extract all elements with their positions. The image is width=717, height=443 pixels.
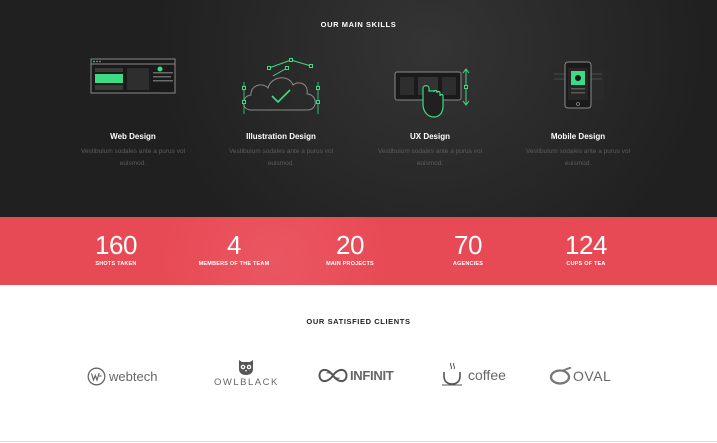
bottom-divider bbox=[0, 441, 717, 442]
vector-cloud-icon bbox=[242, 58, 320, 114]
client-logo-text: OVAL bbox=[573, 368, 612, 384]
client-logo-text: INFINIT bbox=[350, 368, 394, 383]
client-logo-infinit[interactable]: INFINIT bbox=[318, 368, 394, 383]
skill-name: Illustration Design bbox=[246, 132, 316, 141]
skill-web-design: Web Design Vestibulum sodales ante a pur… bbox=[58, 52, 208, 170]
skill-description: Vestibulum sodales ante a purus vol euis… bbox=[228, 148, 334, 167]
touch-swipe-icon bbox=[394, 68, 470, 118]
clients-section: OUR SATISFIED CLIENTS webtech OWLBLACK I… bbox=[0, 285, 717, 443]
client-logo-owlblack[interactable]: OWLBLACK bbox=[214, 359, 279, 388]
coffee-cup-logo-icon bbox=[442, 362, 462, 386]
stats-section: 160 SHOTS TAKEN 4 MEMBERS OF THE TEAM 20… bbox=[0, 217, 717, 285]
skill-name: Web Design bbox=[110, 132, 156, 141]
client-logo-text: OWLBLACK bbox=[214, 377, 279, 388]
skill-description: Vestibulum sodales ante a purus vol euis… bbox=[377, 148, 483, 167]
skill-name: Mobile Design bbox=[550, 132, 606, 141]
client-logo-text: coffee bbox=[468, 367, 506, 383]
skill-ux-design: UX Design Vestibulum sodales ante a puru… bbox=[355, 52, 505, 170]
client-logo-oval[interactable]: OVAL bbox=[549, 367, 611, 385]
infinity-logo-icon bbox=[318, 368, 348, 383]
owl-logo-icon bbox=[239, 360, 254, 375]
oval-logo-icon bbox=[549, 367, 572, 385]
skill-name: UX Design bbox=[409, 132, 450, 141]
client-logo-webtech[interactable]: webtech bbox=[87, 367, 157, 386]
clients-title: OUR SATISFIED CLIENTS bbox=[306, 317, 411, 326]
browser-layout-icon bbox=[90, 58, 176, 94]
stat-value: 124 bbox=[565, 230, 607, 260]
client-logo-text: webtech bbox=[109, 369, 158, 384]
stat-label: CUPS OF TEA bbox=[566, 261, 606, 267]
skills-section: OUR MAIN SKILLS Web Design Vestibulum so… bbox=[0, 0, 717, 217]
client-logo-coffee[interactable]: coffee bbox=[441, 362, 506, 386]
mobile-phone-icon bbox=[552, 61, 604, 109]
skill-description: Vestibulum sodales ante a purus vol euis… bbox=[80, 148, 186, 167]
skills-title: OUR MAIN SKILLS bbox=[320, 20, 397, 29]
skill-illustration-design: Illustration Design Vestibulum sodales a… bbox=[206, 52, 356, 170]
skill-description: Vestibulum sodales ante a purus vol euis… bbox=[525, 148, 631, 167]
skill-mobile-design: Mobile Design Vestibulum sodales ante a … bbox=[503, 52, 653, 170]
webtech-logo-icon bbox=[87, 367, 106, 386]
stat-cups-of-tea: 124 CUPS OF TEA bbox=[511, 230, 661, 267]
